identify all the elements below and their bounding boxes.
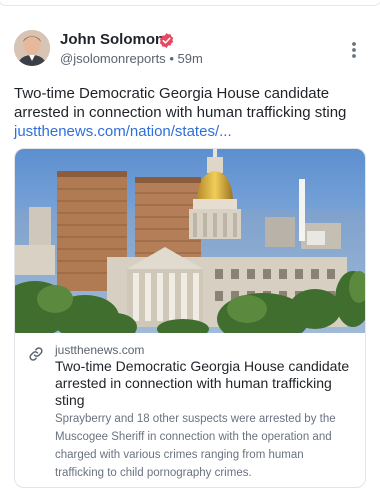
- more-vertical-icon[interactable]: [344, 40, 364, 60]
- post-body: Two-time Democratic Georgia House candid…: [14, 85, 347, 121]
- avatar[interactable]: [14, 30, 50, 66]
- post-time: 59m: [177, 51, 203, 66]
- post-link[interactable]: justthenews.com/nation/states/...: [14, 122, 366, 141]
- previous-post-edge: [0, 0, 380, 12]
- author-name[interactable]: John Solomon: [60, 31, 164, 48]
- previous-post-card-border: [0, 0, 380, 6]
- link-preview-image[interactable]: [15, 149, 365, 333]
- post[interactable]: John Solomon @jsolomonreports • 59m Two-…: [0, 16, 380, 500]
- avatar-photo: [14, 30, 50, 66]
- link-preview-domain: justthenews.com: [55, 343, 145, 357]
- link-icon: [29, 347, 43, 361]
- post-text: Two-time Democratic Georgia House candid…: [14, 84, 366, 141]
- link-preview-card[interactable]: justthenews.com Two-time Democratic Geor…: [14, 148, 366, 488]
- verified-badge-icon: [159, 33, 174, 48]
- author-handle[interactable]: @jsolomonreports: [60, 51, 166, 66]
- author-meta: @jsolomonreports • 59m: [60, 51, 203, 66]
- link-preview-title[interactable]: Two-time Democratic Georgia House candid…: [55, 358, 355, 409]
- link-preview-description: Sprayberry and 18 other suspects were ar…: [55, 413, 336, 479]
- meta-separator: •: [169, 51, 174, 66]
